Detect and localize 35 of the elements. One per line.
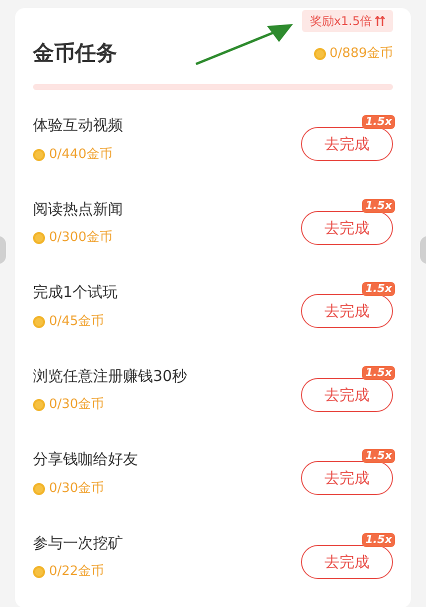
bonus-text: 奖励x1.5倍 [310,13,372,30]
coin-icon [314,48,326,60]
task-reward: 0/30金币 [49,396,104,414]
coin-icon [33,148,45,160]
complete-button[interactable]: 去完成 [301,294,393,328]
coin-icon [33,482,45,494]
card-title: 金币任务 [33,40,117,67]
task-reward: 0/300金币 [49,229,112,248]
coin-icon [33,566,45,578]
coin-icon [33,399,45,411]
task-reward: 0/30金币 [49,480,104,498]
complete-button[interactable]: 去完成 [301,461,393,496]
task-title: 浏览任意注册赚钱30秒 [33,366,188,387]
multiplier-badge: 1.5x [362,115,395,130]
task-title: 分享钱咖给好友 [33,449,138,470]
double-up-arrow-icon [375,16,385,26]
task-title: 体验互动视频 [33,115,123,136]
coin-total: 0/889金币 [330,45,393,63]
task-reward: 0/22金币 [49,563,104,582]
complete-button[interactable]: 去完成 [301,210,393,245]
coin-icon [33,232,45,244]
multiplier-badge: 1.5x [362,282,395,296]
task-reward: 0/440金币 [49,146,112,164]
coin-icon [33,316,45,328]
complete-button[interactable]: 去完成 [301,378,393,412]
task-title: 参与一次挖矿 [33,532,123,554]
multiplier-badge: 1.5x [362,198,395,213]
complete-button[interactable]: 去完成 [301,127,393,162]
complete-button[interactable]: 去完成 [301,544,393,579]
multiplier-badge: 1.5x [362,532,395,547]
task-title: 完成1个试玩 [33,282,118,304]
task-title: 阅读热点新闻 [33,198,123,220]
multiplier-badge: 1.5x [362,366,395,380]
multiplier-badge: 1.5x [362,449,395,464]
task-reward: 0/45金币 [49,312,104,331]
